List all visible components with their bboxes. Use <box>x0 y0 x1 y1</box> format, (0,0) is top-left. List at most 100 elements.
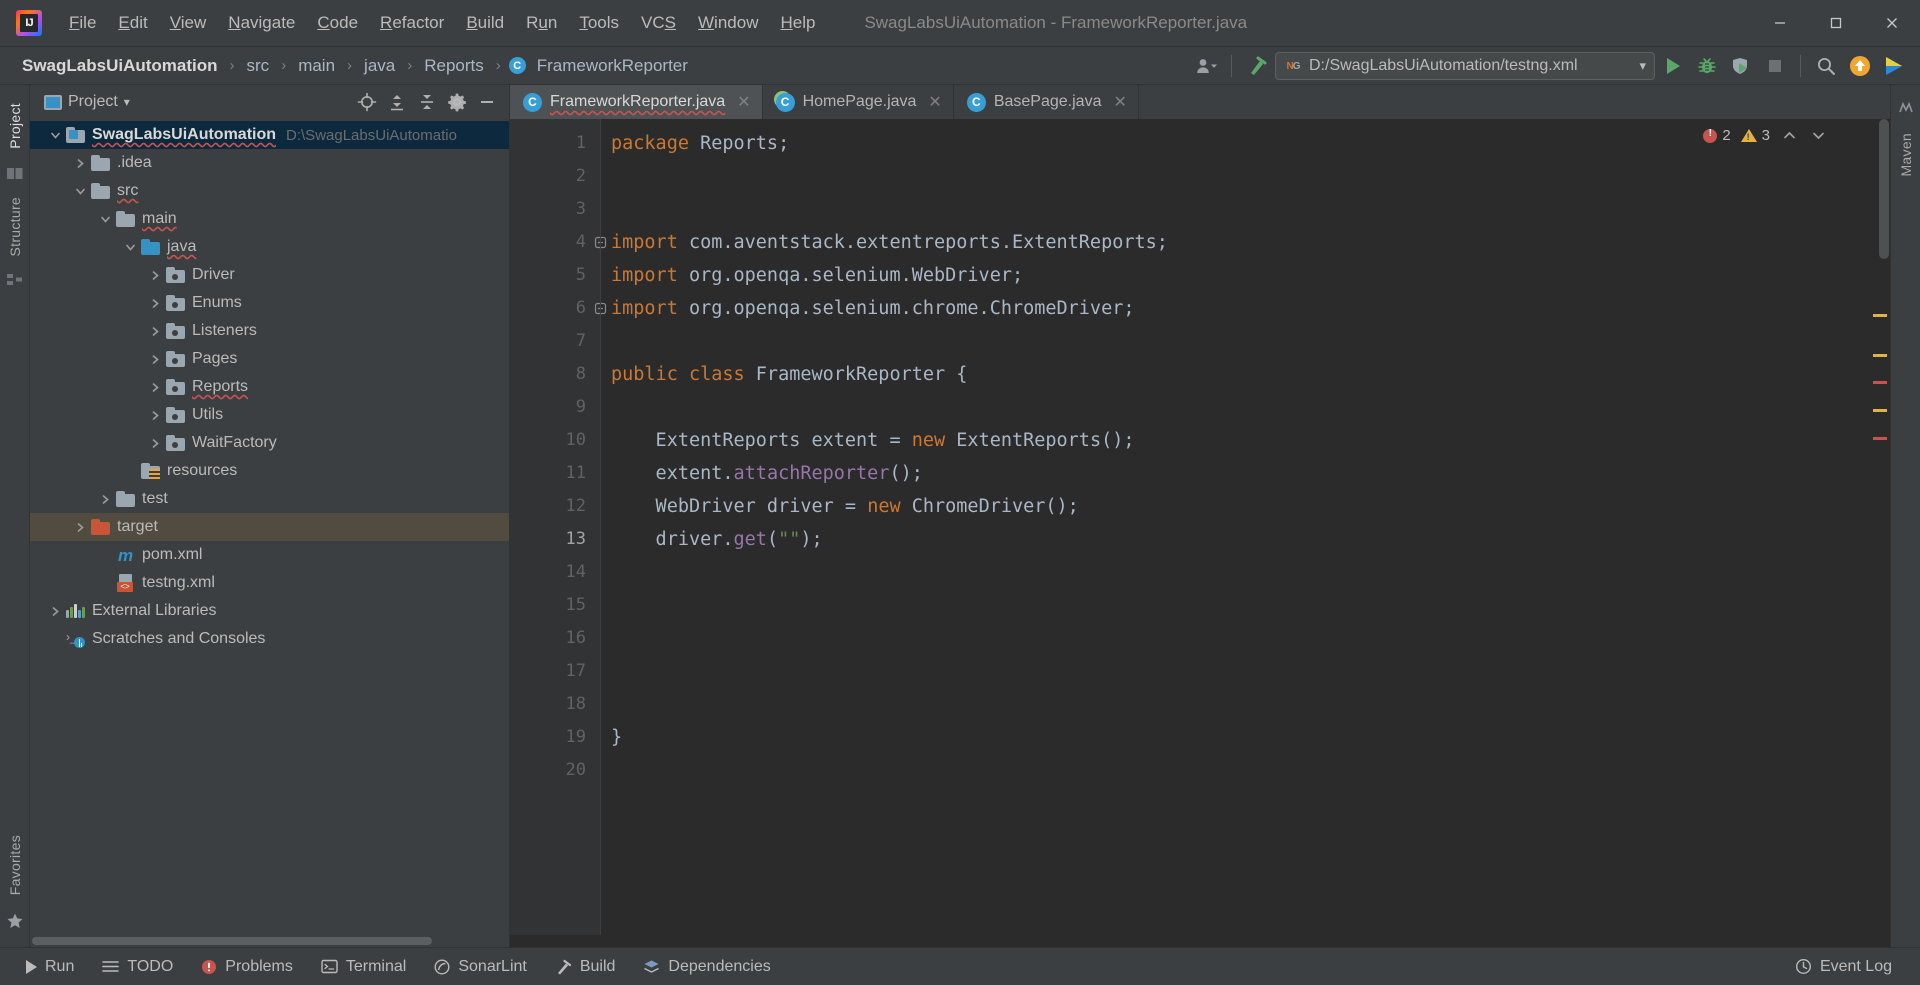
line-number[interactable]: 14 <box>510 556 600 589</box>
line-number[interactable]: 11 <box>510 457 600 490</box>
sidebar-item-maven[interactable]: Maven <box>1894 123 1918 187</box>
update-project-button[interactable] <box>1844 51 1876 81</box>
menu-item-edit[interactable]: Edit <box>107 9 158 37</box>
expand-all-button[interactable] <box>383 89 411 115</box>
line-number[interactable]: 7 <box>510 325 600 358</box>
search-everywhere-button[interactable] <box>1810 51 1842 81</box>
user-account-icon[interactable] <box>1190 51 1222 81</box>
tree-item-java[interactable]: java <box>30 233 509 261</box>
inspection-widget[interactable]: 2 3 <box>1703 127 1828 144</box>
maximize-button[interactable] <box>1808 0 1864 46</box>
select-opened-file-button[interactable] <box>353 89 381 115</box>
chevron-right-icon[interactable] <box>144 409 166 422</box>
line-number[interactable]: 5 <box>510 259 600 292</box>
editor-tab-basepage[interactable]: C BasePage.java ✕ <box>954 85 1139 119</box>
breadcrumb-item-java[interactable]: java <box>360 54 399 78</box>
close-icon[interactable]: ✕ <box>737 92 750 112</box>
collapse-all-button[interactable] <box>413 89 441 115</box>
code-line[interactable]: public class FrameworkReporter { <box>601 358 1864 391</box>
line-number[interactable]: 9 <box>510 391 600 424</box>
line-number[interactable]: 4 <box>510 226 607 259</box>
tree-item-testng-xml[interactable]: <> testng.xml <box>30 569 509 597</box>
error-badge[interactable]: 2 <box>1703 127 1731 144</box>
chevron-right-icon[interactable] <box>144 381 166 394</box>
chevron-right-icon[interactable] <box>144 269 166 282</box>
sidebar-item-project[interactable]: Project <box>3 93 27 159</box>
editor-scroll-thumb[interactable] <box>1879 119 1889 259</box>
chevron-down-icon[interactable]: ▾ <box>124 95 130 109</box>
run-with-coverage-button[interactable] <box>1725 51 1757 81</box>
breadcrumb-item-frameworkreporter[interactable]: FrameworkReporter <box>533 54 692 78</box>
code-line[interactable]: package Reports; <box>601 127 1864 160</box>
debug-button[interactable] <box>1691 51 1723 81</box>
line-number[interactable]: 8 <box>510 358 600 391</box>
tree-item--idea[interactable]: .idea <box>30 149 509 177</box>
chevron-down-icon[interactable] <box>119 241 141 254</box>
stripe-marker[interactable] <box>1873 409 1887 412</box>
editor-hscrollbar[interactable] <box>510 935 1890 947</box>
code-line[interactable]: WebDriver driver = new ChromeDriver(); <box>601 490 1864 523</box>
menu-item-navigate[interactable]: Navigate <box>217 9 306 37</box>
stripe-marker[interactable] <box>1873 381 1887 384</box>
code-line[interactable]: extent.attachReporter(); <box>601 457 1864 490</box>
status-item-event-log[interactable]: Event Log <box>1781 954 1906 980</box>
run-configuration-selector[interactable]: NG D:/SwagLabsUiAutomation/testng.xml ▾ <box>1275 52 1655 80</box>
tree-item-driver[interactable]: Driver <box>30 261 509 289</box>
code-line[interactable]: ExtentReports extent = new ExtentReports… <box>601 424 1864 457</box>
breadcrumb-item-reports[interactable]: Reports <box>420 54 488 78</box>
code-line[interactable]: } <box>601 721 1864 754</box>
menu-item-window[interactable]: Window <box>687 9 769 37</box>
chevron-right-icon[interactable] <box>69 157 91 170</box>
line-number[interactable]: 13 <box>510 523 600 556</box>
tree-item-utils[interactable]: Utils <box>30 401 509 429</box>
tree-item-resources[interactable]: resources <box>30 457 509 485</box>
line-number[interactable]: 15 <box>510 589 600 622</box>
tree-item-scratches-and-consoles[interactable]: ›_ Scratches and Consoles <box>30 625 509 653</box>
close-icon[interactable]: ✕ <box>1113 92 1126 112</box>
menu-item-file[interactable]: File <box>58 9 107 37</box>
chevron-right-icon[interactable] <box>144 297 166 310</box>
project-tree-hscrollbar[interactable] <box>30 935 509 947</box>
code-line[interactable] <box>601 589 1864 622</box>
line-number-gutter[interactable]: 1 2 3 4 5 6 7 8 9 10 11 12 13 14 15 16 17 18 19 20 <box>510 119 607 935</box>
stripe-marker[interactable] <box>1873 354 1887 357</box>
status-item-sonarlint[interactable]: SonarLint <box>420 954 541 980</box>
status-item-run[interactable]: Run <box>12 954 88 980</box>
status-item-problems[interactable]: Problems <box>187 954 307 980</box>
code-line[interactable]: driver.get(""); <box>601 523 1864 556</box>
close-button[interactable] <box>1864 0 1920 46</box>
code-line[interactable] <box>601 556 1864 589</box>
chevron-right-icon[interactable] <box>44 605 66 618</box>
tree-item-waitfactory[interactable]: WaitFactory <box>30 429 509 457</box>
stripe-marker[interactable] <box>1873 437 1887 440</box>
menu-item-tools[interactable]: Tools <box>568 9 630 37</box>
menu-item-help[interactable]: Help <box>769 9 826 37</box>
ide-assistant-button[interactable] <box>1878 51 1910 81</box>
chevron-right-icon[interactable] <box>144 325 166 338</box>
line-number[interactable]: 18 <box>510 688 600 721</box>
line-number[interactable]: 2 <box>510 160 600 193</box>
status-item-terminal[interactable]: Terminal <box>307 954 420 980</box>
line-number[interactable]: 10 <box>510 424 600 457</box>
tree-item-src[interactable]: src <box>30 177 509 205</box>
code-line[interactable] <box>601 754 1864 787</box>
chevron-down-icon[interactable] <box>94 213 116 226</box>
breadcrumb-item-main[interactable]: main <box>294 54 339 78</box>
scroll-thumb[interactable] <box>32 937 432 945</box>
error-stripe-markers[interactable] <box>1864 119 1890 935</box>
chevron-right-icon[interactable] <box>94 493 116 506</box>
next-problem-icon[interactable] <box>1809 129 1828 142</box>
menu-item-vcs[interactable]: VCS <box>630 9 687 37</box>
tree-item-pom-xml[interactable]: m pom.xml <box>30 541 509 569</box>
code-line[interactable] <box>601 325 1864 358</box>
tree-item-enums[interactable]: Enums <box>30 289 509 317</box>
chevron-right-icon[interactable] <box>144 353 166 366</box>
stop-button[interactable] <box>1759 51 1791 81</box>
tree-item-reports[interactable]: Reports <box>30 373 509 401</box>
code-line[interactable] <box>601 622 1864 655</box>
tree-item-external-libraries[interactable]: External Libraries <box>30 597 509 625</box>
tree-item-pages[interactable]: Pages <box>30 345 509 373</box>
menu-item-code[interactable]: Code <box>306 9 369 37</box>
run-button[interactable] <box>1657 51 1689 81</box>
sidebar-item-favorites[interactable]: Favorites <box>3 825 27 905</box>
